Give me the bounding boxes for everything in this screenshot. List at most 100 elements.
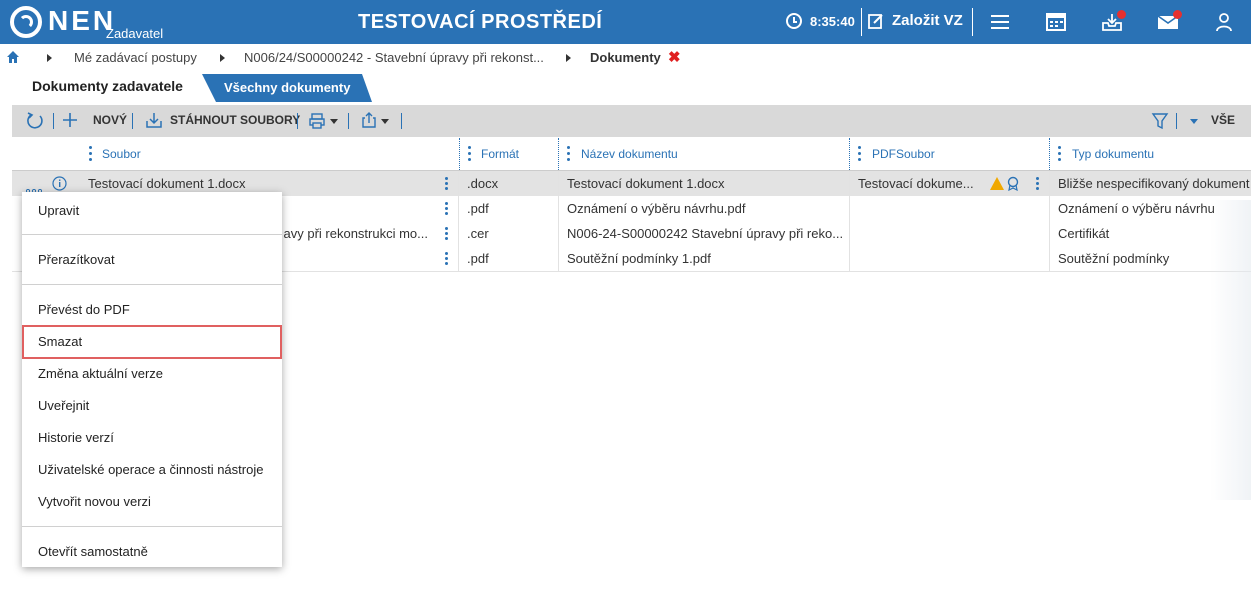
menu-item-label: Otevřít samostatně [38,544,148,559]
chevron-down-icon[interactable] [1190,119,1198,124]
cell-nazev: N006-24-S00000242 Stavební úpravy při re… [567,226,844,241]
cell-typ: Bližše nespecifikovaný dokument [1058,176,1250,191]
info-icon[interactable] [52,176,67,191]
refresh-icon[interactable] [25,111,45,131]
cell-divider [1049,246,1050,271]
environment-title: TESTOVACÍ PROSTŘEDÍ [358,11,603,33]
cell-divider [849,246,850,271]
header-divider [861,8,862,36]
tab-label: Všechny dokumenty [224,80,351,95]
export-icon[interactable] [360,111,378,129]
menu-item-label: Upravit [38,203,80,218]
cell-divider [558,246,559,271]
column-menu-icon[interactable] [567,146,570,162]
cell-pdfsoubor: Testovací dokume... [858,176,974,191]
cell-divider [458,246,459,271]
menu-item-label: Uživatelské operace a činnosti nástroje [38,462,264,477]
certificate-icon [1007,176,1019,191]
chevron-down-icon[interactable] [381,119,389,124]
cell-menu-icon[interactable] [445,202,448,217]
toolbar-separator [348,113,349,129]
plus-icon[interactable] [61,111,79,129]
column-header-format[interactable]: Formát [481,147,519,161]
cell-menu-icon[interactable] [1036,177,1039,192]
menu-item-smazat[interactable]: Smazat [22,325,282,359]
cell-divider [558,171,559,196]
menu-icon[interactable] [988,10,1012,34]
cell-format: .pdf [467,251,489,266]
menu-item-prerazitkovat[interactable]: Přerazítkovat [22,243,282,275]
cell-divider [1049,196,1050,221]
breadcrumb-item[interactable]: Mé zadávací postupy [74,50,197,65]
user-icon[interactable] [1212,10,1236,34]
row-actions-icon[interactable] [25,181,43,194]
menu-item-historie-verzi[interactable]: Historie verzí [22,421,282,453]
menu-item-uzivatelske-operace[interactable]: Uživatelské operace a činnosti nástroje [22,453,282,485]
menu-item-label: Vytvořit novou verzi [38,494,151,509]
filter-all-button[interactable]: VŠE [1211,113,1235,127]
close-icon[interactable]: ✖ [668,48,681,66]
scroll-shadow [1210,200,1251,500]
calendar-icon[interactable] [1044,10,1068,34]
clock-icon [786,13,802,29]
menu-item-zmena-aktualni-verze[interactable]: Změna aktuální verze [22,357,282,389]
grid-toolbar: NOVÝ STÁHNOUT SOUBORY VŠE [12,105,1251,137]
breadcrumb-item[interactable]: N006/24/S00000242 - Stavební úpravy při … [244,50,544,65]
toolbar-separator [297,113,298,129]
column-menu-icon[interactable] [1058,146,1061,162]
breadcrumb: Mé zadávací postupy N006/24/S00000242 - … [0,44,1251,72]
cell-divider [849,171,850,196]
filter-icon[interactable] [1151,112,1169,130]
cell-menu-icon[interactable] [445,252,448,267]
grid-header: Soubor Formát Název dokumentu PDFSoubor … [12,138,1251,171]
menu-item-upravit[interactable]: Upravit [22,194,282,226]
column-header-typ[interactable]: Typ dokumentu [1072,147,1154,161]
top-bar: NEN Zadavatel TESTOVACÍ PROSTŘEDÍ 8:35:4… [0,0,1251,44]
menu-item-label: Historie verzí [38,430,114,445]
create-vz-label: Založit VZ [892,12,963,29]
cell-divider [1049,171,1050,196]
cell-divider [458,196,459,221]
column-divider [558,138,559,170]
cell-format: .cer [467,226,489,241]
menu-item-prevest-do-pdf[interactable]: Převést do PDF [22,293,282,325]
breadcrumb-arrow-icon [220,54,225,62]
menu-item-label: Převést do PDF [38,302,130,317]
cell-divider [849,221,850,246]
edit-icon [868,14,883,29]
menu-item-uverejnit[interactable]: Uveřejnit [22,389,282,421]
cell-divider [558,221,559,246]
header-divider [972,8,973,36]
download-icon[interactable] [145,111,163,129]
tab-vsechny-dokumenty[interactable]: Všechny dokumenty [202,74,372,102]
cell-divider [458,221,459,246]
menu-divider [22,284,282,285]
menu-item-vytvorit-novou-verzi[interactable]: Vytvořit novou verzi [22,485,282,517]
chevron-down-icon[interactable] [330,119,338,124]
nen-logo-icon [10,6,42,38]
warning-icon [990,177,1004,190]
column-header-nazev[interactable]: Název dokumentu [581,147,678,161]
column-header-soubor[interactable]: Soubor [102,147,141,161]
column-menu-icon[interactable] [858,146,861,162]
cell-soubor: Testovací dokument 1.docx [88,176,246,191]
menu-divider [22,234,282,235]
new-button[interactable]: NOVÝ [93,113,127,127]
column-menu-icon[interactable] [468,146,471,162]
download-files-button[interactable]: STÁHNOUT SOUBORY [170,113,300,127]
column-menu-icon[interactable] [89,146,92,162]
breadcrumb-arrow-icon [47,54,52,62]
toolbar-separator [53,113,54,129]
cell-divider [458,171,459,196]
cell-divider [849,196,850,221]
tab-dokumenty-zadavatele[interactable]: Dokumenty zadavatele [20,72,195,100]
menu-item-otevrit-samostatne[interactable]: Otevřít samostatně [22,535,282,567]
print-icon[interactable] [308,112,326,130]
cell-menu-icon[interactable] [445,227,448,242]
toolbar-separator [401,113,402,129]
home-icon[interactable] [6,50,20,64]
column-header-pdfsoubor[interactable]: PDFSoubor [872,147,935,161]
cell-nazev: Soutěžní podmínky 1.pdf [567,251,711,266]
cell-menu-icon[interactable] [445,177,448,192]
cell-format: .pdf [467,201,489,216]
